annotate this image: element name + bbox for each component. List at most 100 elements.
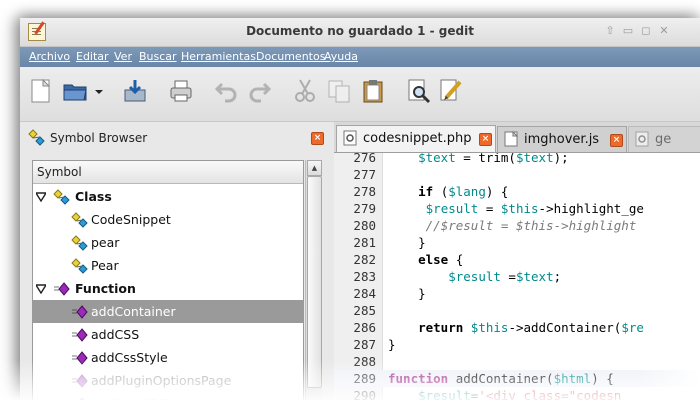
expander-open-icon[interactable] xyxy=(36,284,46,294)
copy-button[interactable] xyxy=(326,78,352,104)
function-icon xyxy=(72,351,88,365)
tree-label: Function xyxy=(75,281,136,296)
tree-item[interactable]: Pear xyxy=(33,254,303,277)
column-header-label: Symbol xyxy=(37,165,82,179)
scrollbar-thumb[interactable] xyxy=(307,176,322,388)
document-icon xyxy=(343,130,357,146)
tree-group-function[interactable]: Function xyxy=(33,277,303,300)
function-icon xyxy=(72,328,88,342)
close-window-icon[interactable]: ✕ xyxy=(658,25,670,37)
gedit-window: Documento no guardado 1 - gedit ⇧ ▭ ◻ ✕ … xyxy=(20,18,700,400)
new-document-button[interactable] xyxy=(28,78,54,104)
tree-label: Pear xyxy=(91,258,119,273)
menu-buscar[interactable]: Buscar xyxy=(139,50,177,63)
folder-open-icon xyxy=(63,84,87,101)
undo-button[interactable] xyxy=(214,78,240,104)
find-button[interactable] xyxy=(406,78,432,104)
code-text: $result='<div class="codesn xyxy=(418,388,622,400)
symbol-tree[interactable]: Symbol Class CodeSnippet pear Pear Funct… xyxy=(32,160,304,400)
line-number: 276 xyxy=(353,153,376,165)
menu-ayuda[interactable]: Ayuda xyxy=(324,50,358,63)
line-number: 287 xyxy=(353,337,376,352)
print-button[interactable] xyxy=(168,78,194,104)
tree-label: addContainer xyxy=(91,304,176,319)
code-text: } xyxy=(388,337,396,352)
line-number: 284 xyxy=(353,286,376,301)
tree-item-selected[interactable]: addContainer xyxy=(33,300,303,323)
tree-item[interactable]: CodeSnippet xyxy=(33,208,303,231)
code-text: //$result = $this->highlight xyxy=(425,218,637,233)
redo-icon xyxy=(249,82,272,103)
line-number: 281 xyxy=(353,235,376,250)
menu-archivo[interactable]: Archivo xyxy=(29,50,70,63)
code-text: $result = $this->highlight_ge xyxy=(425,201,644,216)
line-number: 290 xyxy=(353,388,376,400)
new-document-icon xyxy=(31,78,51,103)
column-header-symbol[interactable]: Symbol xyxy=(33,161,303,184)
tree-item[interactable]: pear xyxy=(33,231,303,254)
line-number: 286 xyxy=(353,320,376,335)
find-replace-icon xyxy=(440,79,462,101)
tree-scrollbar[interactable]: ▲ xyxy=(305,160,322,400)
shade-icon[interactable]: ⇧ xyxy=(604,25,616,37)
line-number: 282 xyxy=(353,252,376,267)
tree-label: addPluginOptionsPage xyxy=(91,373,232,388)
maximize-icon[interactable]: ◻ xyxy=(640,25,652,37)
redo-button[interactable] xyxy=(246,78,272,104)
tree-item[interactable]: addCSS xyxy=(33,323,303,346)
tab-label: imghover.js xyxy=(524,132,600,147)
tree-item[interactable]: addScrollToTop xyxy=(33,392,303,400)
tab-imghover[interactable]: imghover.js × xyxy=(497,126,627,152)
code-text: if ($lang) { xyxy=(418,184,509,199)
code-text: else { xyxy=(418,252,464,267)
line-number: 285 xyxy=(353,303,376,318)
tree-item[interactable]: addPluginOptionsPage xyxy=(33,369,303,392)
print-icon xyxy=(170,80,192,102)
paste-button[interactable] xyxy=(360,78,386,104)
cut-button[interactable] xyxy=(292,78,318,104)
tree-label: CodeSnippet xyxy=(91,212,171,227)
open-recent-button[interactable] xyxy=(92,78,106,104)
document-icon xyxy=(504,131,518,147)
menu-documentos[interactable]: Documentos xyxy=(256,50,325,63)
scissors-icon xyxy=(295,79,315,102)
tab-partial[interactable]: ge xyxy=(628,126,700,152)
undo-icon xyxy=(214,82,237,103)
tab-codesnippet[interactable]: codesnippet.php × xyxy=(336,125,496,152)
document-icon xyxy=(635,131,649,147)
tree-group-class[interactable]: Class xyxy=(33,185,303,208)
line-number: 283 xyxy=(353,269,376,284)
scroll-up-icon[interactable]: ▲ xyxy=(307,160,322,176)
title-bar[interactable]: Documento no guardado 1 - gedit ⇧ ▭ ◻ ✕ xyxy=(20,18,700,47)
function-icon xyxy=(72,374,88,388)
close-tab-icon[interactable]: × xyxy=(479,133,492,146)
tree-label: addCSS xyxy=(91,327,140,342)
code-text: $result =$text; xyxy=(448,269,562,284)
find-replace-button[interactable] xyxy=(438,78,464,104)
code-text: } xyxy=(388,235,426,250)
menu-ver[interactable]: Ver xyxy=(114,50,132,63)
menu-bar: Archivo Editar Ver Buscar Herramientas D… xyxy=(20,47,700,67)
menu-editar[interactable]: Editar xyxy=(76,50,109,63)
expander-open-icon[interactable] xyxy=(36,192,46,202)
toolbar xyxy=(20,67,700,122)
save-icon xyxy=(124,80,146,102)
tree-label: addScrollToTop xyxy=(91,396,183,400)
class-icon xyxy=(71,258,88,274)
menu-herramientas[interactable]: Herramientas xyxy=(181,50,256,63)
code-text: } xyxy=(388,286,426,301)
side-panel: Symbol Browser × Symbol Class CodeSnippe… xyxy=(20,122,332,400)
dropdown-arrow-icon xyxy=(95,90,103,94)
window-title: Documento no guardado 1 - gedit xyxy=(246,24,474,38)
symbol-browser-icon xyxy=(28,129,45,146)
close-panel-icon[interactable]: × xyxy=(311,132,324,145)
open-button[interactable] xyxy=(62,78,88,104)
minimize-icon[interactable]: ▭ xyxy=(622,25,634,37)
function-group-icon xyxy=(54,282,70,296)
save-button[interactable] xyxy=(122,78,148,104)
tree-item[interactable]: addCssStyle xyxy=(33,346,303,369)
class-icon xyxy=(71,235,88,251)
find-icon xyxy=(408,79,431,104)
close-tab-icon[interactable]: × xyxy=(610,134,623,147)
code-editor[interactable]: 276 $text = trim($text); 277 278 if ($la… xyxy=(334,153,700,400)
